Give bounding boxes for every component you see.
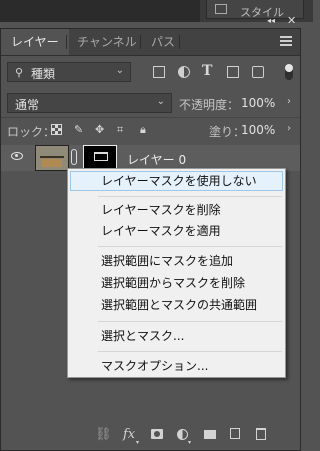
panel-menu-icon[interactable]: [280, 36, 292, 46]
filter-toggle[interactable]: [285, 64, 293, 80]
lock-row: ロック： ✎ ✥ ⌗ 🔒︎ 塗り： 100% ›: [1, 121, 300, 141]
tab-channels[interactable]: チャンネル: [67, 29, 147, 55]
menu-separator: [98, 321, 282, 322]
blend-row: 通常 ⌄ 不透明度： 100% ›: [1, 93, 300, 115]
filter-row: ⚲ 種類 ⌄ T: [1, 62, 300, 86]
link-icon[interactable]: [71, 149, 77, 165]
pixel-layer-filter-icon[interactable]: [153, 66, 165, 78]
styles-panel-icon: [215, 4, 227, 14]
chevron-right-icon[interactable]: ›: [287, 123, 291, 134]
opacity-label: 不透明度：: [179, 98, 240, 112]
chevron-down-icon: ⌄: [115, 65, 124, 76]
dropdown-triangle-icon: ▾: [188, 439, 192, 446]
fill-input[interactable]: 100%: [241, 123, 275, 137]
lock-all-icon[interactable]: 🔒︎: [140, 124, 151, 135]
menu-item-subtract-selection-from-mask[interactable]: 選択範囲からマスクを削除: [68, 273, 285, 293]
fx-icon[interactable]: fx: [123, 427, 135, 442]
panel-tabbar: レイヤー チャンネル パス: [1, 29, 300, 56]
menu-item-apply-mask[interactable]: レイヤーマスクを適用: [68, 221, 285, 241]
filter-kind-label: 種類: [31, 67, 56, 81]
lock-artboard-icon[interactable]: ⌗: [117, 124, 128, 135]
lock-move-icon[interactable]: ✥: [95, 124, 106, 135]
tab-layers[interactable]: レイヤー: [1, 29, 69, 55]
type-layer-filter-icon[interactable]: T: [202, 63, 212, 79]
background-strip: [0, 0, 200, 22]
layer-name[interactable]: レイヤー 0: [127, 151, 186, 168]
eye-icon[interactable]: [11, 152, 23, 160]
new-layer-icon[interactable]: [230, 428, 240, 439]
search-icon: ⚲: [15, 66, 24, 79]
shape-layer-filter-icon[interactable]: [227, 66, 239, 78]
filter-kind-select[interactable]: ⚲ 種類 ⌄: [7, 62, 131, 82]
folder-icon[interactable]: [204, 430, 216, 439]
lock-paint-icon[interactable]: ✎: [74, 124, 85, 135]
panel-footer: ⛓ fx ▾ ▾: [1, 423, 300, 449]
divider: [1, 117, 300, 118]
adjustment-layer-icon[interactable]: [177, 429, 188, 440]
menu-item-mask-options[interactable]: マスクオプション...: [68, 356, 285, 376]
dropdown-triangle-icon: ▾: [136, 439, 140, 446]
lock-transparent-icon[interactable]: [51, 124, 62, 135]
lock-label: ロック：: [7, 125, 56, 139]
menu-separator: [98, 246, 282, 247]
trash-icon[interactable]: [256, 428, 266, 440]
close-icon[interactable]: ✕: [287, 14, 296, 27]
add-mask-icon[interactable]: [151, 429, 163, 439]
menu-item-delete-mask[interactable]: レイヤーマスクを削除: [68, 200, 285, 220]
menu-separator: [98, 351, 282, 352]
blend-mode-select[interactable]: 通常 ⌄: [7, 93, 172, 113]
collapse-icon[interactable]: ◂◂: [267, 16, 275, 25]
blend-mode-label: 通常: [15, 98, 40, 112]
menu-item-intersect-selection-with-mask[interactable]: 選択範囲とマスクの共通範囲: [68, 295, 285, 315]
menu-item-add-selection-to-mask[interactable]: 選択範囲にマスクを追加: [68, 251, 285, 271]
chevron-down-icon: ⌄: [156, 96, 165, 107]
smart-object-filter-icon[interactable]: [252, 66, 264, 78]
layer-mask-context-menu: レイヤーマスクを使用しない レイヤーマスクを削除 レイヤーマスクを適用 選択範囲…: [67, 168, 286, 378]
chevron-right-icon[interactable]: ›: [287, 96, 291, 107]
styles-panel-label: スタイル: [240, 6, 284, 19]
tab-separator: [179, 35, 180, 49]
fill-label: 塗り：: [209, 125, 246, 139]
layer-thumbnail[interactable]: [35, 145, 69, 171]
link-layers-icon[interactable]: ⛓: [95, 427, 112, 442]
menu-item-disable-mask[interactable]: レイヤーマスクを使用しない: [70, 171, 283, 191]
opacity-input[interactable]: 100%: [241, 96, 275, 110]
adjustment-layer-filter-icon[interactable]: [178, 66, 190, 78]
menu-item-select-and-mask[interactable]: 選択とマスク...: [68, 326, 285, 346]
menu-separator: [98, 196, 282, 197]
